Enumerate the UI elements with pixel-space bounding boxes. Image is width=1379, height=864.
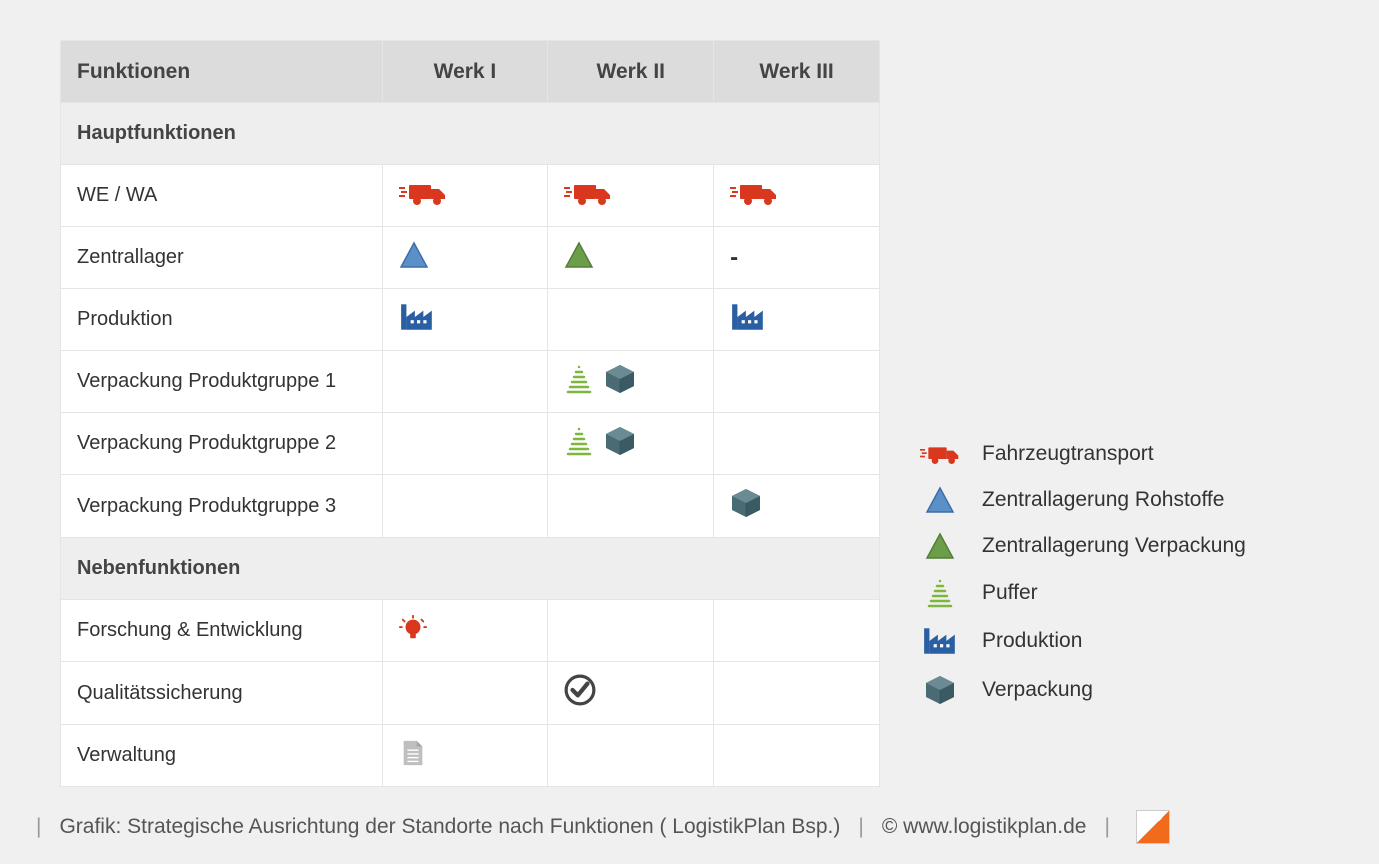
cell [382, 165, 548, 227]
factory-icon [730, 302, 766, 332]
cell [714, 662, 880, 725]
legend-label: Fahrzeugtransport [982, 442, 1154, 466]
row-label: WE / WA [61, 165, 383, 227]
section-title: Nebenfunktionen [61, 538, 880, 600]
cell [714, 289, 880, 351]
footer-caption: Grafik: Strategische Ausrichtung der Sta… [59, 815, 840, 839]
triangle-blue-icon [399, 241, 429, 269]
header-row: Funktionen Werk I Werk II Werk III [61, 41, 880, 103]
row-label: Verpackung Produktgruppe 3 [61, 475, 383, 538]
legend-row: Zentrallagerung Rohstoffe [920, 486, 1246, 514]
logo-icon [1136, 810, 1170, 844]
footer: | Grafik: Strategische Ausrichtung der S… [30, 810, 1349, 844]
cell [548, 165, 714, 227]
legend-label: Puffer [982, 581, 1038, 605]
buffer-icon [564, 426, 594, 456]
function-matrix-table: Funktionen Werk I Werk II Werk III Haupt… [60, 40, 880, 787]
cell [548, 227, 714, 289]
lightbulb-icon [399, 615, 427, 641]
row-label: Forschung & Entwicklung [61, 600, 383, 662]
legend-label: Verpackung [982, 678, 1093, 702]
truck-icon [564, 179, 612, 207]
footer-sep: | [36, 815, 41, 839]
document-icon [399, 738, 427, 768]
cell [382, 289, 548, 351]
buffer-icon [564, 364, 594, 394]
main-area: Funktionen Werk I Werk II Werk III Haupt… [60, 40, 1349, 787]
table-row: Verpackung Produktgruppe 3 [61, 475, 880, 538]
truck-icon [399, 179, 447, 207]
box-icon [604, 425, 636, 457]
page: Funktionen Werk I Werk II Werk III Haupt… [0, 0, 1379, 864]
cell [382, 600, 548, 662]
cell [714, 725, 880, 787]
cell [382, 413, 548, 475]
box-icon [924, 674, 956, 706]
cell-dash: - [714, 227, 880, 289]
section-title: Hauptfunktionen [61, 103, 880, 165]
cell [382, 725, 548, 787]
table-row: WE / WA [61, 165, 880, 227]
legend-row: Zentrallagerung Verpackung [920, 532, 1246, 560]
cell [714, 413, 880, 475]
cell [714, 351, 880, 413]
table-row: Qualitätssicherung [61, 662, 880, 725]
header-werk3: Werk III [714, 41, 880, 103]
footer-sep: | [1104, 815, 1109, 839]
table-row: Produktion [61, 289, 880, 351]
table-row: Verpackung Produktgruppe 2 [61, 413, 880, 475]
factory-icon [922, 626, 958, 656]
table-row: Verpackung Produktgruppe 1 [61, 351, 880, 413]
legend-row: Produktion [920, 626, 1246, 656]
header-functions: Funktionen [61, 41, 383, 103]
table-row: Zentrallager - [61, 227, 880, 289]
cell [382, 351, 548, 413]
legend-label: Produktion [982, 629, 1082, 653]
section-header-row: Nebenfunktionen [61, 538, 880, 600]
cell [548, 351, 714, 413]
truck-icon [730, 179, 778, 207]
row-label: Produktion [61, 289, 383, 351]
header-werk1: Werk I [382, 41, 548, 103]
legend-label: Zentrallagerung Rohstoffe [982, 488, 1224, 512]
triangle-green-icon [564, 241, 594, 269]
factory-icon [399, 302, 435, 332]
cell [548, 413, 714, 475]
box-icon [604, 363, 636, 395]
legend-row: Verpackung [920, 674, 1246, 706]
row-label: Verwaltung [61, 725, 383, 787]
cell [548, 475, 714, 538]
footer-sep: | [858, 815, 863, 839]
row-label: Verpackung Produktgruppe 2 [61, 413, 383, 475]
row-label: Zentrallager [61, 227, 383, 289]
cell [548, 725, 714, 787]
section-header-row: Hauptfunktionen [61, 103, 880, 165]
triangle-blue-icon [925, 486, 955, 514]
legend-row: Fahrzeugtransport [920, 440, 1246, 468]
table-body: HauptfunktionenWE / WAZentrallager - Produ… [61, 103, 880, 787]
legend: Fahrzeugtransport Zentrallagerung Rohstof… [920, 440, 1246, 706]
header-werk2: Werk II [548, 41, 714, 103]
truck-icon [920, 440, 960, 468]
legend-label: Zentrallagerung Verpackung [982, 534, 1246, 558]
footer-credit: © www.logistikplan.de [882, 815, 1087, 839]
row-label: Qualitätssicherung [61, 662, 383, 725]
cell [382, 662, 548, 725]
legend-row: Puffer [920, 578, 1246, 608]
checkmark-icon [564, 674, 596, 706]
row-label: Verpackung Produktgruppe 1 [61, 351, 383, 413]
cell [548, 662, 714, 725]
cell [714, 475, 880, 538]
cell [548, 600, 714, 662]
cell [548, 289, 714, 351]
cell [382, 475, 548, 538]
box-icon [730, 487, 762, 519]
cell [714, 165, 880, 227]
buffer-icon [925, 578, 955, 608]
table-row: Verwaltung [61, 725, 880, 787]
table-row: Forschung & Entwicklung [61, 600, 880, 662]
triangle-green-icon [925, 532, 955, 560]
cell [382, 227, 548, 289]
cell [714, 600, 880, 662]
